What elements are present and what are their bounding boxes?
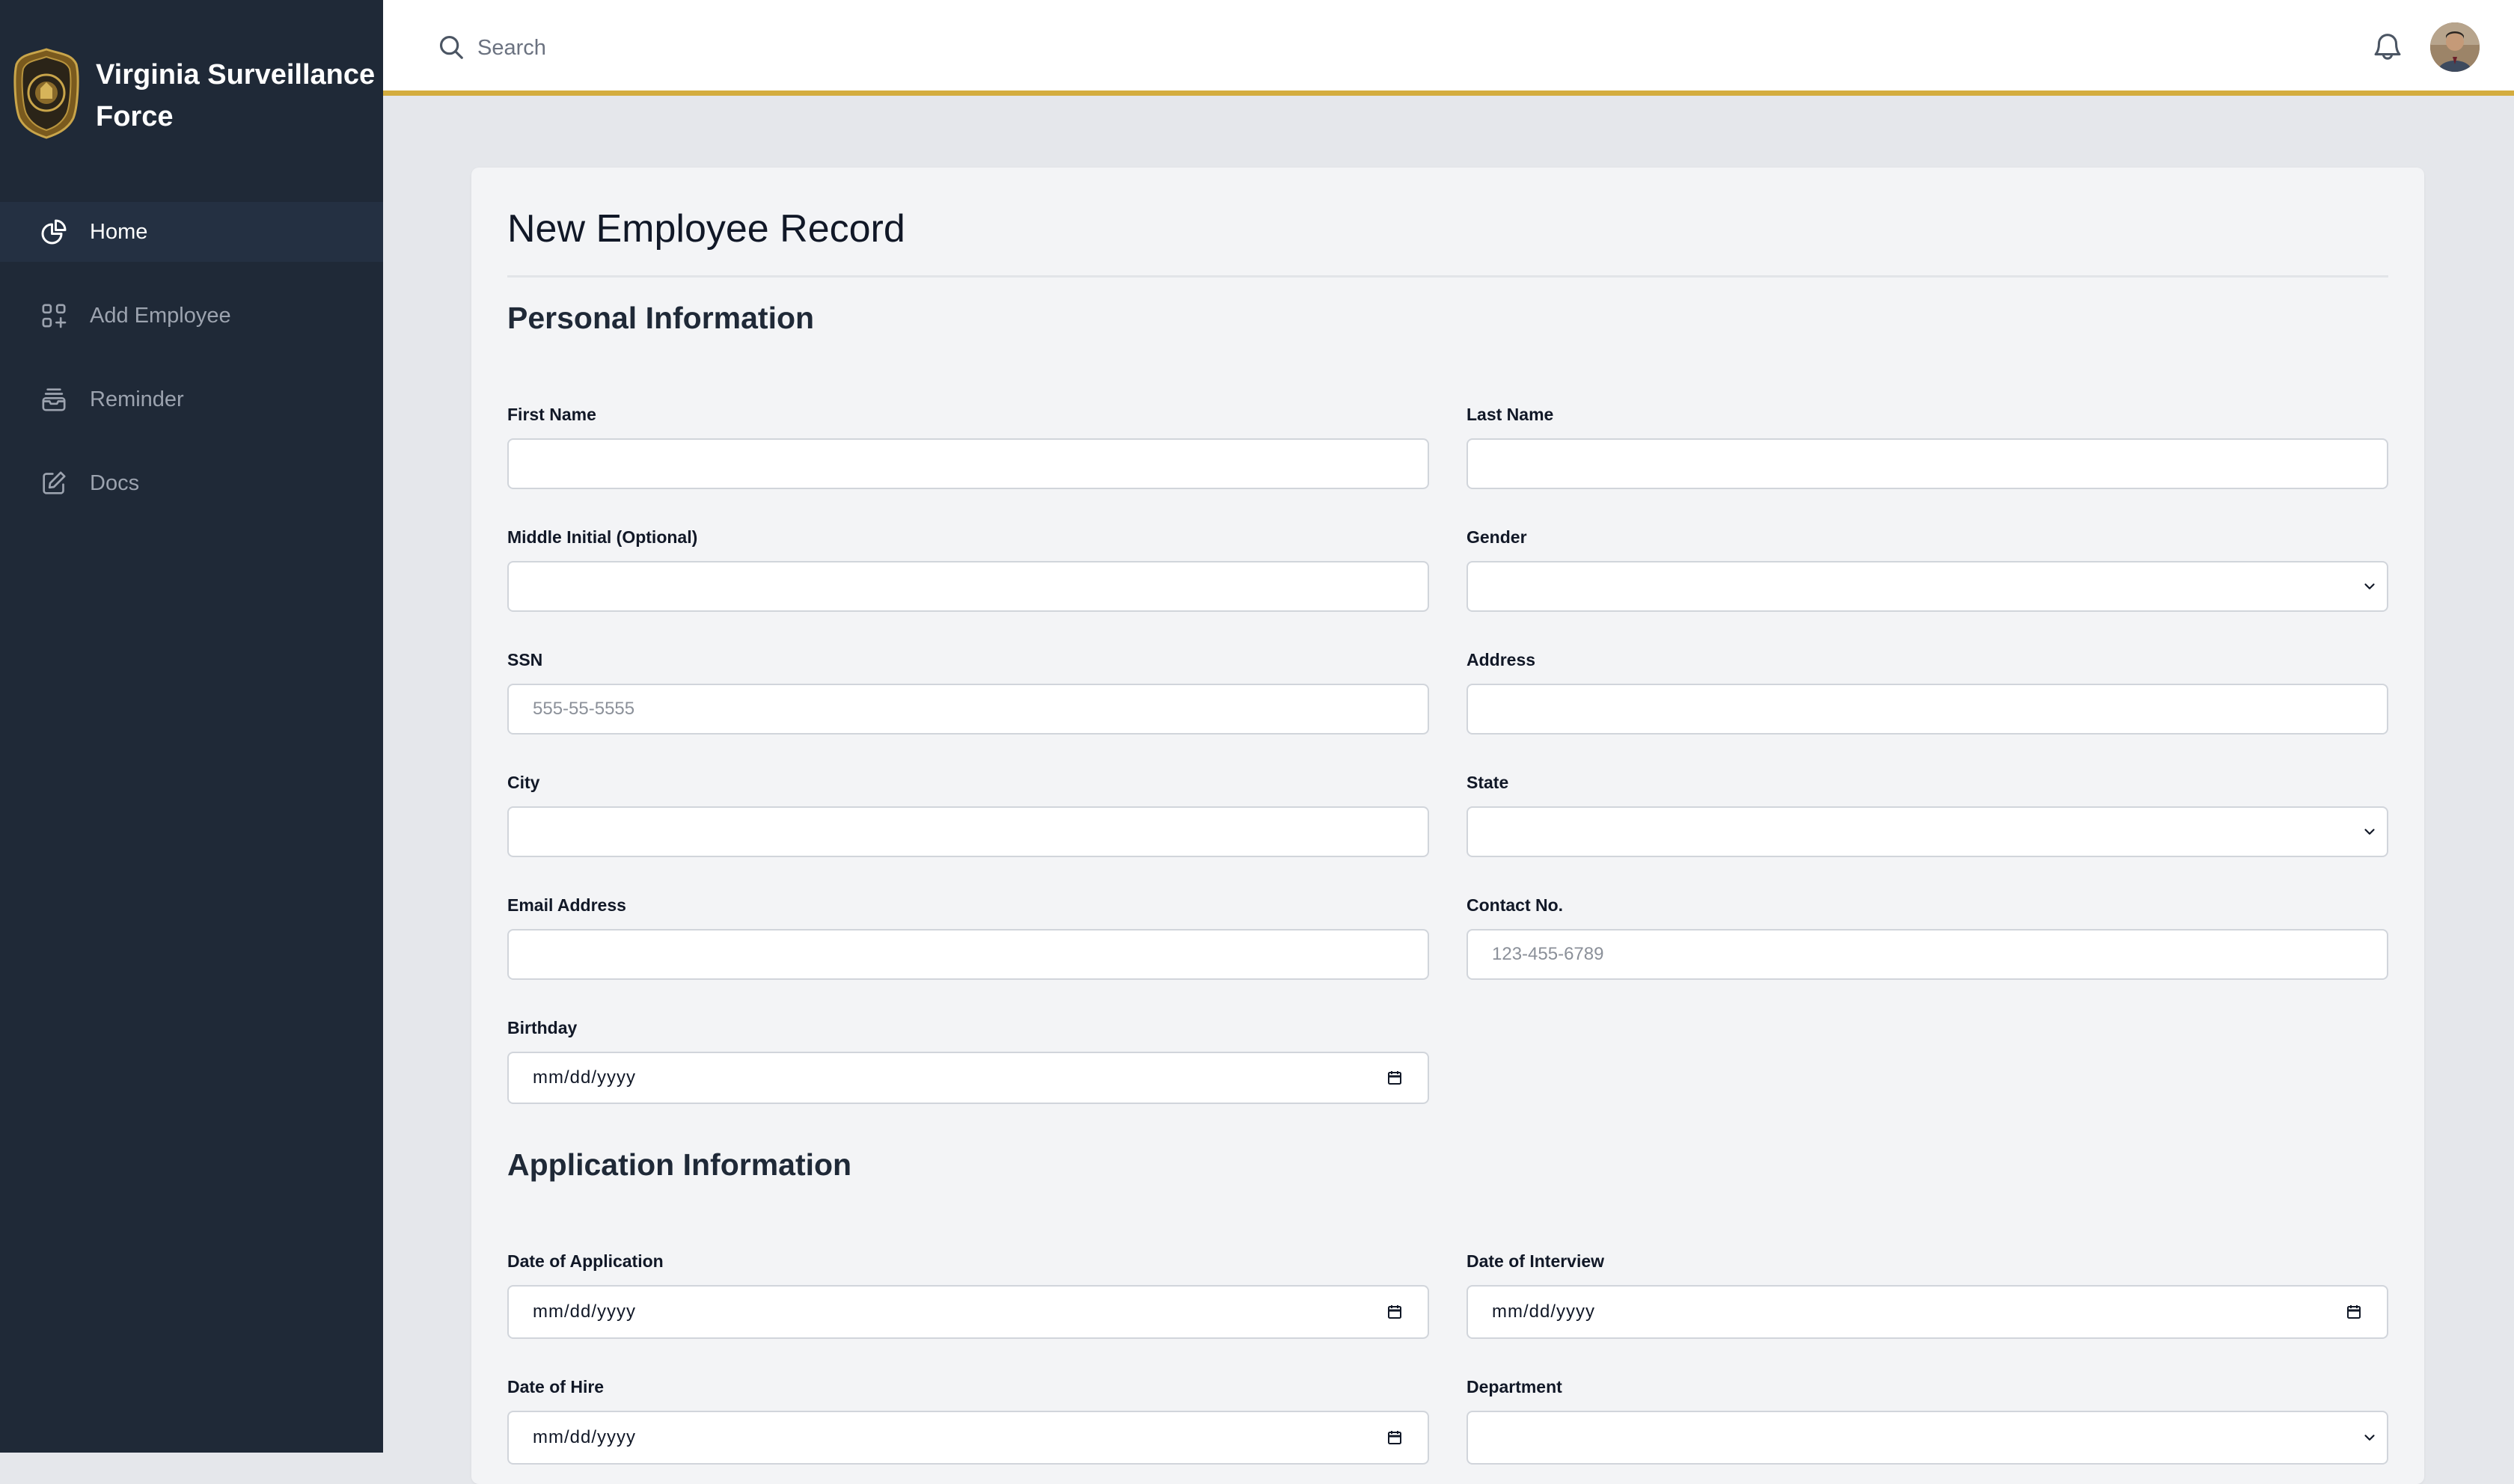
state-select[interactable] bbox=[1466, 806, 2388, 857]
ssn-field: SSN bbox=[507, 648, 1429, 735]
sidebar-item-label: Add Employee bbox=[90, 303, 231, 328]
department-select[interactable] bbox=[1466, 1411, 2388, 1465]
date-of-application-field: Date of Application mm/dd/yyyy bbox=[507, 1249, 1429, 1339]
top-bar bbox=[383, 0, 2514, 96]
gender-field: Gender bbox=[1466, 525, 2388, 612]
sidebar-item-docs[interactable]: Docs bbox=[0, 453, 383, 513]
date-of-application-input[interactable]: mm/dd/yyyy bbox=[507, 1285, 1429, 1339]
field-label: Email Address bbox=[507, 895, 626, 915]
chevron-down-icon bbox=[2364, 1435, 2375, 1441]
employee-form-card: New Employee Record Personal Information… bbox=[471, 168, 2424, 1484]
contact-input[interactable] bbox=[1466, 929, 2388, 980]
first-name-field: First Name bbox=[507, 402, 1429, 489]
calendar-icon[interactable] bbox=[2345, 1303, 2363, 1321]
calendar-icon[interactable] bbox=[1386, 1429, 1404, 1447]
grid-plus-icon bbox=[39, 301, 69, 331]
last-name-field: Last Name bbox=[1466, 402, 2388, 489]
state-field: State bbox=[1466, 770, 2388, 857]
calendar-icon[interactable] bbox=[1386, 1303, 1404, 1321]
sidebar-item-label: Reminder bbox=[90, 387, 184, 411]
middle-initial-field: Middle Initial (Optional) bbox=[507, 525, 1429, 612]
gender-select[interactable] bbox=[1466, 561, 2388, 612]
email-input[interactable] bbox=[507, 929, 1429, 980]
field-label: Date of Hire bbox=[507, 1377, 605, 1396]
address-input[interactable] bbox=[1466, 684, 2388, 735]
user-photo-icon bbox=[2430, 22, 2480, 72]
city-field: City bbox=[507, 770, 1429, 857]
date-of-hire-input[interactable]: mm/dd/yyyy bbox=[507, 1411, 1429, 1465]
sidebar-item-label: Docs bbox=[90, 470, 140, 495]
sidebar-item-add-employee[interactable]: Add Employee bbox=[0, 286, 383, 346]
avatar[interactable] bbox=[2430, 22, 2480, 72]
date-of-interview-input[interactable]: mm/dd/yyyy bbox=[1466, 1285, 2388, 1339]
birthday-field: Birthday mm/dd/yyyy bbox=[507, 1016, 1429, 1104]
sidebar-item-home[interactable]: Home bbox=[0, 202, 383, 262]
field-label: Birthday bbox=[507, 1018, 578, 1037]
ssn-input[interactable] bbox=[507, 684, 1429, 735]
field-label: First Name bbox=[507, 405, 596, 424]
city-input[interactable] bbox=[507, 806, 1429, 857]
page-title: New Employee Record bbox=[507, 207, 905, 251]
field-label: SSN bbox=[507, 650, 543, 669]
pencil-square-icon bbox=[39, 468, 69, 498]
field-label: Middle Initial (Optional) bbox=[507, 527, 698, 547]
field-label: City bbox=[507, 773, 540, 792]
chevron-down-icon bbox=[2364, 829, 2375, 835]
sidebar-nav: Home Add Employee Reminder Docs bbox=[0, 202, 383, 537]
date-placeholder: mm/dd/yyyy bbox=[533, 1067, 637, 1088]
field-label: Contact No. bbox=[1466, 895, 1564, 915]
birthday-date-input[interactable]: mm/dd/yyyy bbox=[507, 1052, 1429, 1104]
middle-initial-input[interactable] bbox=[507, 561, 1429, 612]
last-name-input[interactable] bbox=[1466, 438, 2388, 489]
section-title-application: Application Information bbox=[507, 1147, 852, 1182]
brand[interactable]: Virginia Surveillance Force bbox=[13, 46, 375, 142]
bell-icon[interactable] bbox=[2370, 28, 2405, 66]
field-label: Department bbox=[1466, 1377, 1562, 1396]
contact-field: Contact No. bbox=[1466, 893, 2388, 980]
date-placeholder: mm/dd/yyyy bbox=[533, 1427, 637, 1447]
badge-logo-icon bbox=[13, 48, 79, 139]
field-label: Address bbox=[1466, 650, 1536, 669]
date-of-hire-field: Date of Hire mm/dd/yyyy bbox=[507, 1375, 1429, 1465]
field-label: Date of Application bbox=[507, 1251, 664, 1271]
first-name-input[interactable] bbox=[507, 438, 1429, 489]
date-placeholder: mm/dd/yyyy bbox=[533, 1301, 637, 1322]
department-field: Department bbox=[1466, 1375, 2388, 1465]
address-field: Address bbox=[1466, 648, 2388, 735]
chart-pie-icon bbox=[39, 217, 69, 247]
email-field: Email Address bbox=[507, 893, 1429, 980]
sidebar: Virginia Surveillance Force Home Add Emp… bbox=[0, 0, 383, 1453]
field-label: Date of Interview bbox=[1466, 1251, 1605, 1271]
field-label: Last Name bbox=[1466, 405, 1554, 424]
inbox-stack-icon bbox=[39, 384, 69, 414]
chevron-down-icon bbox=[2364, 583, 2375, 589]
date-placeholder: mm/dd/yyyy bbox=[1492, 1301, 1596, 1322]
divider bbox=[507, 275, 2388, 278]
section-title-personal: Personal Information bbox=[507, 301, 815, 335]
field-label: Gender bbox=[1466, 527, 1527, 547]
search-icon[interactable] bbox=[437, 33, 465, 61]
sidebar-item-label: Home bbox=[90, 219, 148, 244]
date-of-interview-field: Date of Interview mm/dd/yyyy bbox=[1466, 1249, 2388, 1339]
brand-name: Virginia Surveillance Force bbox=[96, 59, 376, 132]
field-label: State bbox=[1466, 773, 1509, 792]
calendar-icon[interactable] bbox=[1386, 1069, 1404, 1087]
search-input[interactable] bbox=[476, 28, 1003, 67]
sidebar-item-reminder[interactable]: Reminder bbox=[0, 370, 383, 429]
